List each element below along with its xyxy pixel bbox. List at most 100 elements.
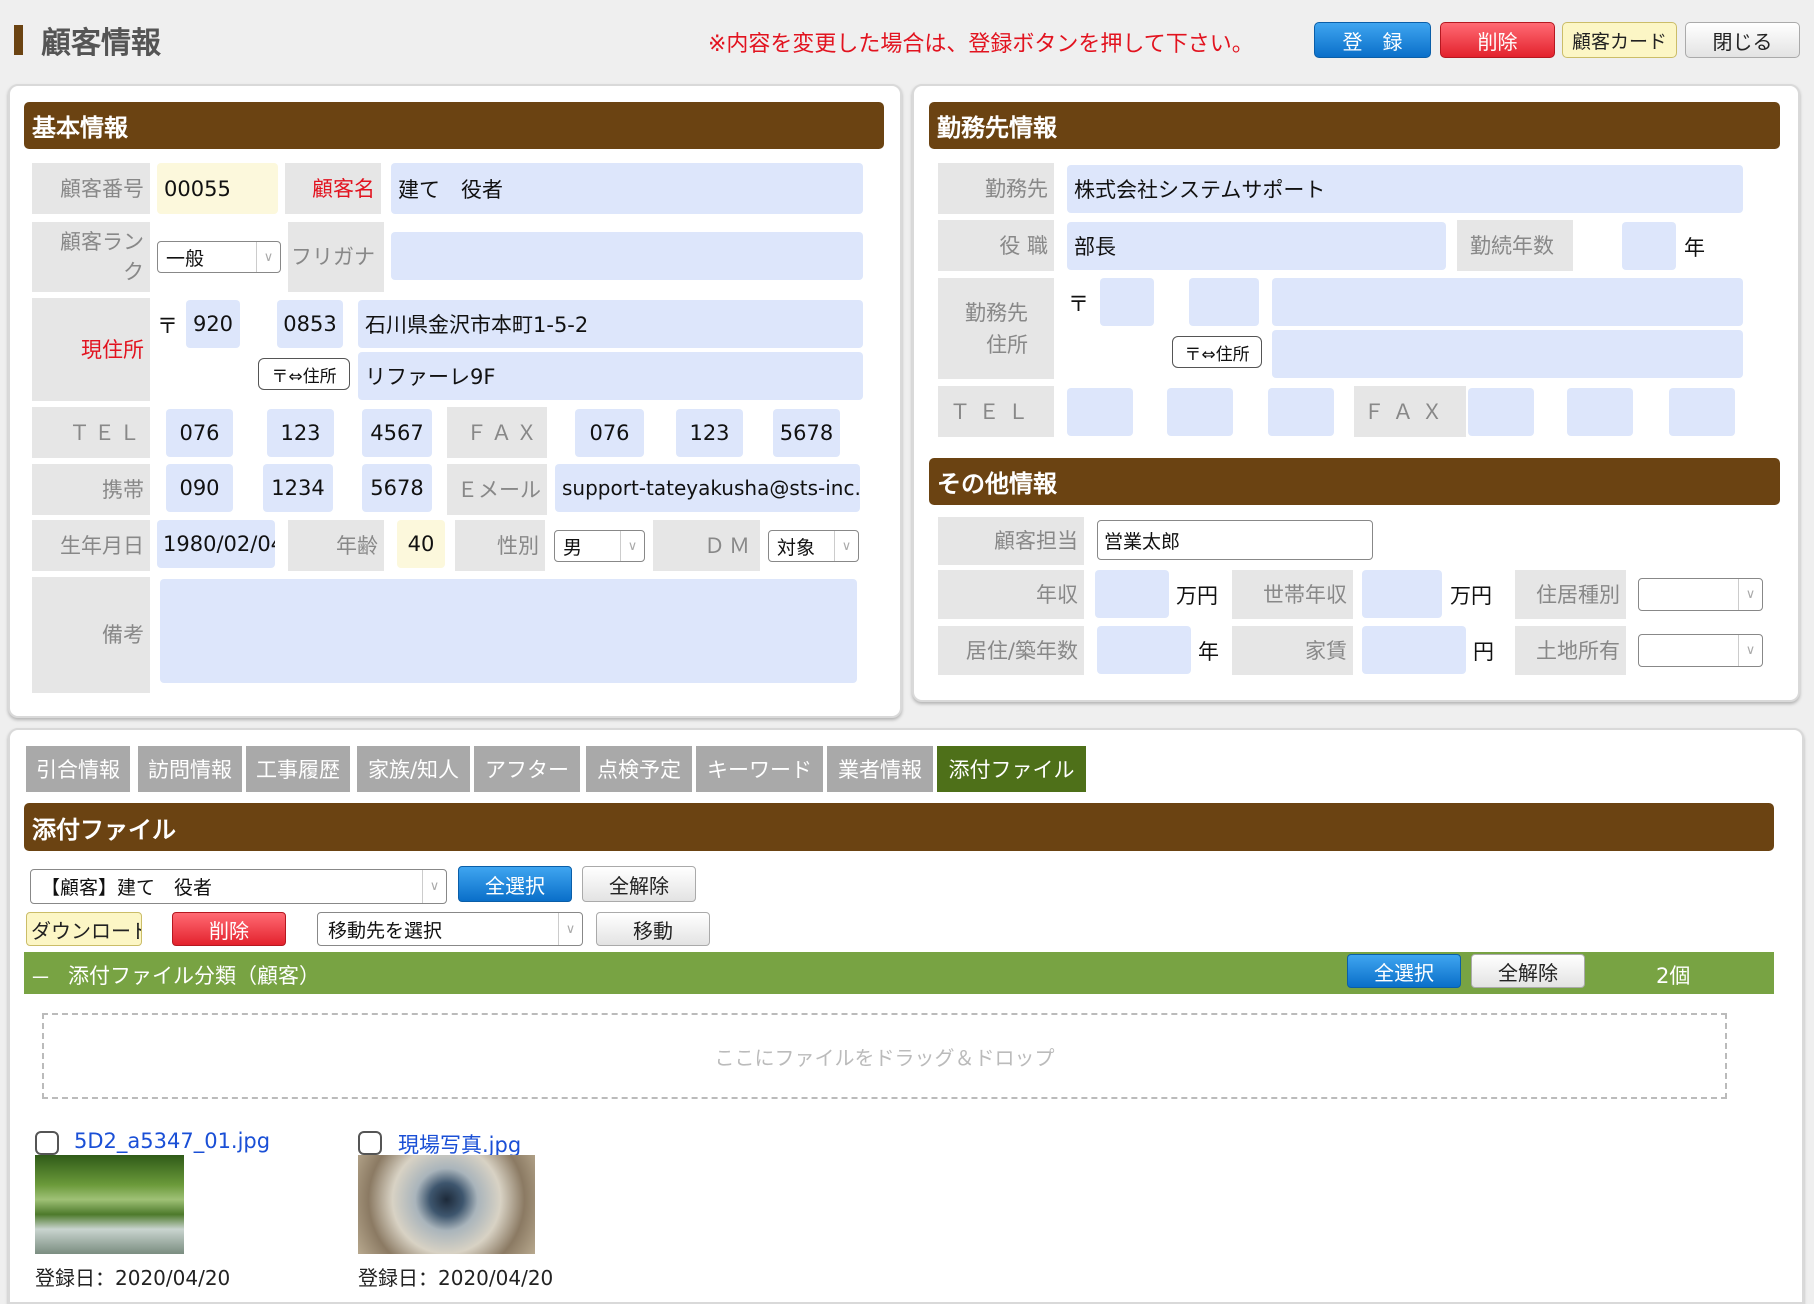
- work-fax2-field[interactable]: [1567, 388, 1633, 436]
- memo-field[interactable]: [160, 579, 857, 683]
- chevron-down-icon: ∨: [558, 913, 582, 945]
- customer-rank-select[interactable]: 一般 ∨: [157, 241, 281, 273]
- zip2-field[interactable]: 0853: [277, 300, 343, 348]
- file-thumbnail-forest[interactable]: [35, 1155, 184, 1254]
- income-label: 年収: [938, 570, 1084, 619]
- dm-select[interactable]: 対象 ∨: [768, 530, 859, 562]
- chevron-down-icon: ∨: [256, 242, 280, 272]
- customer-rank-label: 顧客ランク: [32, 222, 150, 292]
- tab-family[interactable]: 家族/知人: [357, 746, 470, 792]
- page-title-text: 顧客情報: [41, 26, 161, 61]
- delete-files-button[interactable]: 削除: [172, 912, 286, 946]
- work-address1-field[interactable]: [1272, 278, 1743, 326]
- tab-keyword[interactable]: キーワード: [696, 746, 823, 792]
- tel2-field[interactable]: 123: [267, 409, 334, 457]
- mobile1-field[interactable]: 090: [166, 464, 233, 512]
- download-button[interactable]: ダウンロード: [26, 912, 142, 946]
- residence-years-label: 居住/築年数: [938, 626, 1084, 675]
- address2-field[interactable]: リファーレ9F: [358, 352, 863, 400]
- postal-mark: 〒: [1068, 292, 1089, 316]
- age-field: 40: [397, 520, 445, 568]
- tel-label: ＴＥＬ: [32, 407, 150, 458]
- birthdate-field[interactable]: 1980/02/04: [157, 520, 275, 568]
- furigana-field[interactable]: [391, 232, 863, 280]
- work-fax1-field[interactable]: [1468, 388, 1534, 436]
- move-destination-select[interactable]: 移動先を選択 ∨: [317, 912, 583, 946]
- work-fax-label: ＦＡＸ: [1354, 386, 1466, 437]
- zip1-field[interactable]: 920: [186, 300, 240, 348]
- tab-inspection[interactable]: 点検予定: [586, 746, 692, 792]
- current-address-label: 現住所: [32, 298, 150, 401]
- work-tel2-field[interactable]: [1167, 388, 1233, 436]
- dm-label: ＤＭ: [653, 520, 760, 571]
- work-tel1-field[interactable]: [1067, 388, 1133, 436]
- fax3-field[interactable]: 5678: [773, 409, 840, 457]
- address1-field[interactable]: 石川県金沢市本町1-5-2: [358, 300, 863, 348]
- title-bar-mark: [14, 25, 23, 55]
- workplace-field[interactable]: 株式会社システムサポート: [1067, 165, 1743, 213]
- land-ownership-select[interactable]: ∨: [1638, 634, 1763, 667]
- other-info-header: その他情報: [929, 458, 1780, 505]
- work-fax3-field[interactable]: [1669, 388, 1735, 436]
- clear-all-button[interactable]: 全解除: [582, 866, 696, 902]
- years-field[interactable]: [1622, 222, 1676, 270]
- mobile3-field[interactable]: 5678: [362, 464, 432, 512]
- work-zip2-field[interactable]: [1189, 278, 1259, 326]
- file-date: 登録日：2020/04/20: [358, 1266, 554, 1290]
- file-link[interactable]: 5D2_a5347_01.jpg: [74, 1129, 270, 1153]
- owner-select[interactable]: 【顧客】建て 役者 ∨: [30, 869, 447, 904]
- fax2-field[interactable]: 123: [676, 409, 743, 457]
- housing-type-select[interactable]: ∨: [1638, 578, 1763, 611]
- page-title: 顧客情報: [14, 18, 161, 62]
- position-field[interactable]: 部長: [1067, 222, 1446, 270]
- register-button[interactable]: 登 録: [1314, 22, 1431, 58]
- zip-address-button[interactable]: 〒⇔住所: [258, 358, 350, 390]
- tab-inquiry[interactable]: 引合情報: [26, 746, 130, 792]
- tab-visit[interactable]: 訪問情報: [138, 746, 242, 792]
- file-checkbox[interactable]: [35, 1131, 59, 1155]
- category-title: 添付ファイル分類（顧客）: [68, 964, 320, 988]
- move-button[interactable]: 移動: [596, 912, 710, 946]
- staff-field[interactable]: 営業太郎: [1097, 520, 1373, 560]
- household-income-field[interactable]: [1362, 570, 1442, 618]
- work-address2-field[interactable]: [1272, 330, 1743, 378]
- mobile2-field[interactable]: 1234: [263, 464, 333, 512]
- tab-after[interactable]: アフター: [474, 746, 580, 792]
- customer-card-button[interactable]: 顧客カード: [1562, 22, 1677, 58]
- dropzone[interactable]: ここにファイルをドラッグ＆ドロップ: [42, 1013, 1727, 1099]
- category-clear-all-button[interactable]: 全解除: [1471, 954, 1585, 988]
- category-toggle[interactable]: －: [30, 962, 51, 992]
- work-zip-address-button[interactable]: 〒⇔住所: [1172, 336, 1262, 368]
- tel1-field[interactable]: 076: [166, 409, 233, 457]
- tab-attachments[interactable]: 添付ファイル: [937, 746, 1086, 792]
- file-checkbox[interactable]: [358, 1131, 382, 1155]
- income-unit: 万円: [1176, 584, 1218, 608]
- years-unit: 年: [1684, 236, 1705, 260]
- chevron-down-icon: ∨: [1738, 579, 1762, 610]
- delete-button[interactable]: 削除: [1440, 22, 1555, 58]
- rent-field[interactable]: [1362, 626, 1466, 674]
- fax-label: ＦＡＸ: [447, 407, 547, 458]
- residence-years-field[interactable]: [1097, 626, 1191, 674]
- work-tel3-field[interactable]: [1268, 388, 1334, 436]
- chevron-down-icon: ∨: [620, 531, 644, 561]
- tab-construction-history[interactable]: 工事履歴: [246, 746, 350, 792]
- fax1-field[interactable]: 076: [575, 409, 644, 457]
- file-thumbnail-site-photo[interactable]: [358, 1155, 535, 1254]
- work-tel-label: ＴＥＬ: [938, 386, 1054, 437]
- close-button[interactable]: 閉じる: [1685, 22, 1800, 58]
- email-field[interactable]: support-tateyakusha@sts-inc.c: [555, 464, 860, 512]
- work-zip1-field[interactable]: [1100, 278, 1154, 326]
- gender-select[interactable]: 男 ∨: [554, 530, 645, 562]
- tab-vendor[interactable]: 業者情報: [827, 746, 933, 792]
- household-income-unit: 万円: [1450, 584, 1492, 608]
- customer-name-field[interactable]: 建て 役者: [391, 163, 863, 214]
- select-all-button[interactable]: 全選択: [458, 866, 572, 902]
- income-field[interactable]: [1095, 570, 1169, 618]
- tel3-field[interactable]: 4567: [362, 409, 432, 457]
- gender-label: 性別: [455, 520, 545, 571]
- position-label: 役 職: [938, 220, 1054, 271]
- workplace-label: 勤務先: [938, 163, 1054, 214]
- file-count: 2個: [1656, 964, 1691, 988]
- category-select-all-button[interactable]: 全選択: [1347, 954, 1461, 988]
